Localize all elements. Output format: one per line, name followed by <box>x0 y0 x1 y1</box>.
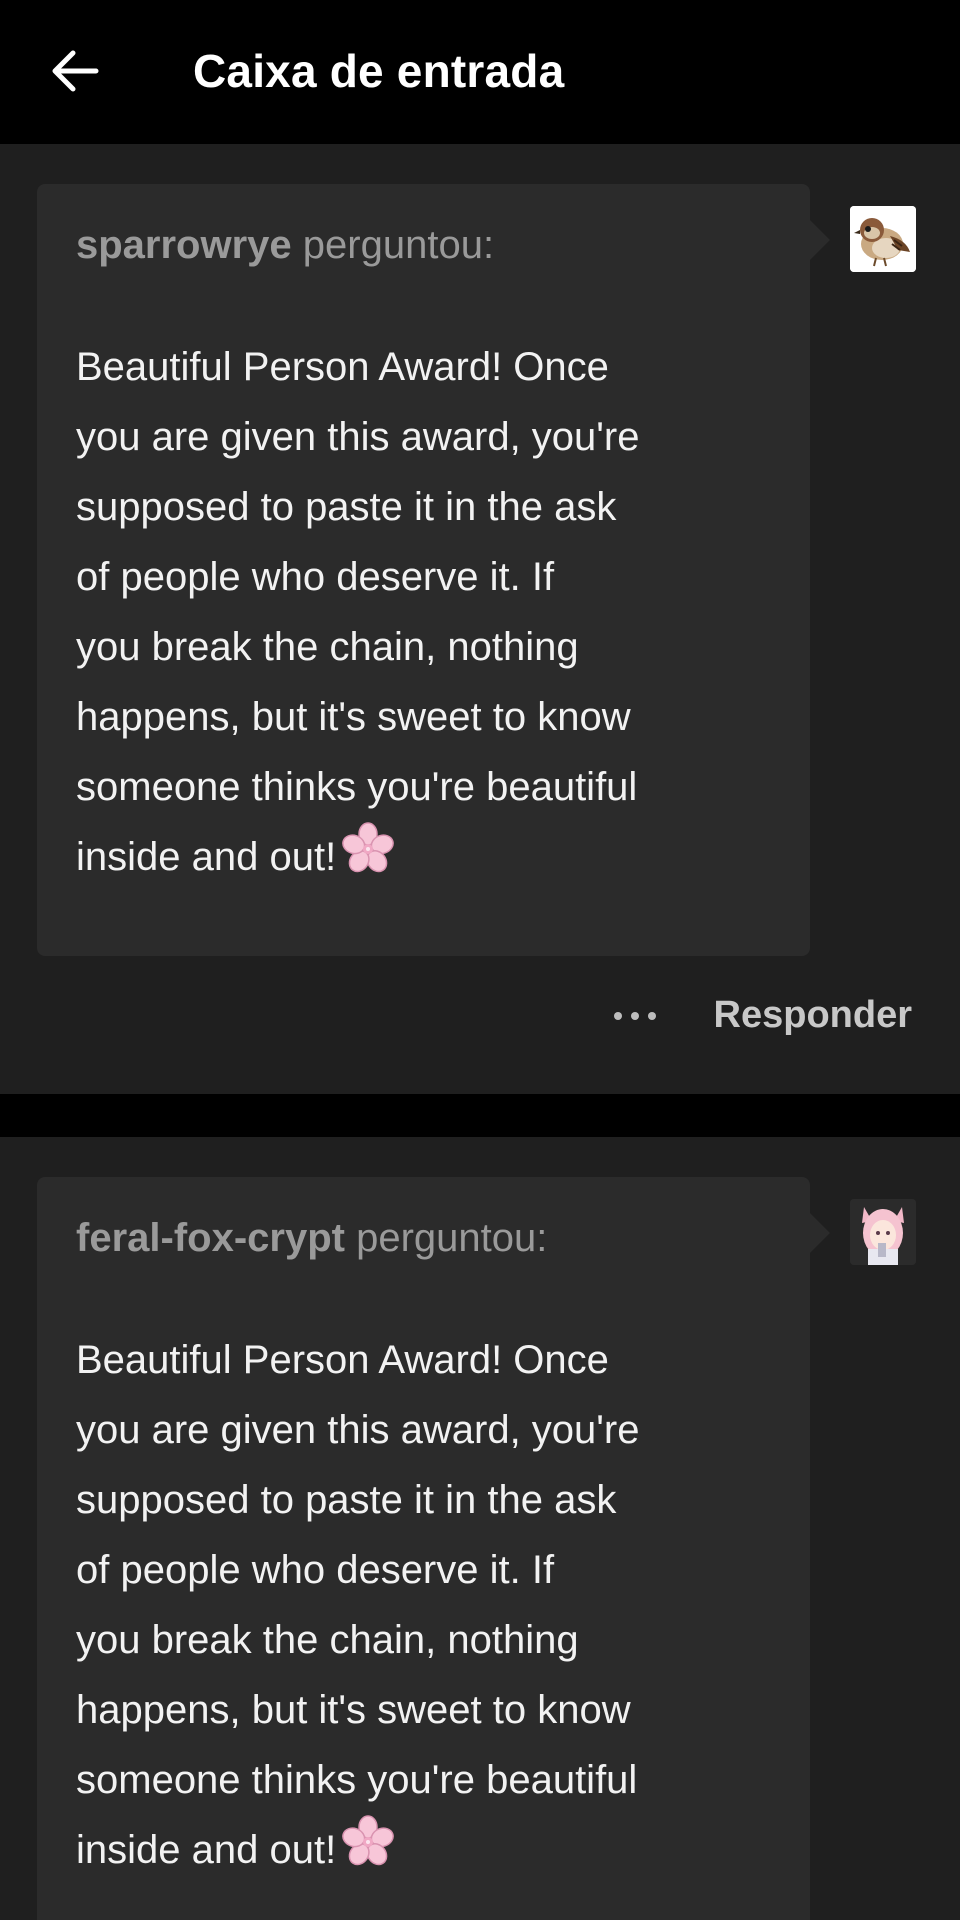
ask-actions: Responder <box>613 994 912 1037</box>
reply-button[interactable]: Responder <box>714 994 912 1037</box>
question-line: you are given this award, you're <box>76 415 640 459</box>
ask-bubble: feral-fox-crypt perguntou: Beautiful Per… <box>37 1177 810 1920</box>
asker-name[interactable]: feral-fox-crypt <box>76 1216 345 1260</box>
question-line: someone thinks you're beautiful <box>76 1758 638 1802</box>
asker-line: feral-fox-crypt perguntou: <box>76 1213 547 1263</box>
question-line: of people who deserve it. If <box>76 1548 555 1592</box>
question-text: Beautiful Person Award! Once you are giv… <box>76 332 776 896</box>
ask-card: sparrowrye perguntou: Beautiful Person A… <box>0 144 960 1094</box>
asker-verb: perguntou: <box>356 1216 548 1260</box>
question-line-last: inside and out! <box>76 1815 776 1889</box>
question-line: someone thinks you're beautiful <box>76 765 638 809</box>
page-title: Caixa de entrada <box>193 45 565 97</box>
bubble-tail <box>810 1213 830 1253</box>
dot-icon <box>647 1011 656 1020</box>
cherry-blossom-icon <box>342 822 395 896</box>
question-line: you are given this award, you're <box>76 1408 640 1452</box>
question-line: supposed to paste it in the ask <box>76 1478 617 1522</box>
question-line-last: inside and out! <box>76 822 776 896</box>
asker-verb: perguntou: <box>302 223 495 267</box>
question-line: Beautiful Person Award! Once <box>76 1338 609 1382</box>
question-line: you break the chain, nothing <box>76 625 579 669</box>
more-options-button[interactable] <box>613 996 656 1036</box>
cherry-blossom-icon <box>342 1815 395 1889</box>
asker-name[interactable]: sparrowrye <box>76 223 292 267</box>
question-line: inside and out! <box>76 1828 337 1872</box>
bubble-tail <box>810 220 830 260</box>
question-line: Beautiful Person Award! Once <box>76 345 609 389</box>
arrow-left-icon <box>52 50 99 92</box>
back-button[interactable] <box>40 38 110 104</box>
ask-card: feral-fox-crypt perguntou: Beautiful Per… <box>0 1137 960 1920</box>
question-line: inside and out! <box>76 835 337 879</box>
question-line: of people who deserve it. If <box>76 555 555 599</box>
anime-girl-avatar[interactable] <box>850 1199 916 1265</box>
question-line: supposed to paste it in the ask <box>76 485 617 529</box>
question-line: happens, but it's sweet to know <box>76 1688 631 1732</box>
dot-icon <box>613 1011 622 1020</box>
app-header: Caixa de entrada <box>0 0 960 144</box>
question-line: you break the chain, nothing <box>76 1618 579 1662</box>
asker-line: sparrowrye perguntou: <box>76 220 494 270</box>
question-text: Beautiful Person Award! Once you are giv… <box>76 1325 776 1889</box>
ask-bubble: sparrowrye perguntou: Beautiful Person A… <box>37 184 810 956</box>
question-line: happens, but it's sweet to know <box>76 695 631 739</box>
dot-icon <box>630 1011 639 1020</box>
inbox-screen: Caixa de entrada sparrowrye perguntou: B… <box>0 0 960 1920</box>
sparrow-avatar[interactable] <box>850 206 916 272</box>
